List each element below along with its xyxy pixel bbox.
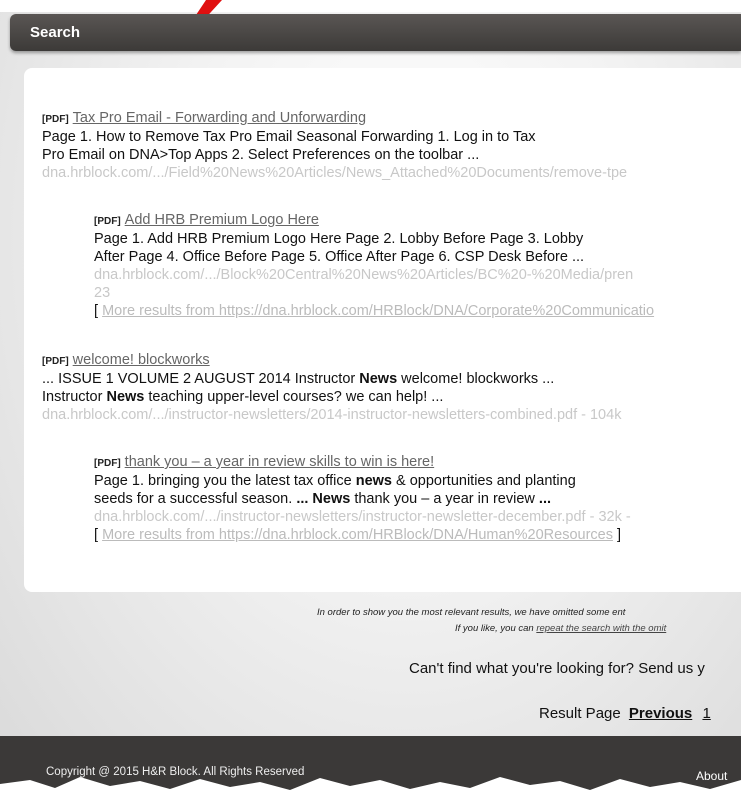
result-snippet-line: Pro Email on DNA>Top Apps 2. Select Pref…	[42, 147, 480, 163]
pdf-tag: [PDF]	[42, 356, 69, 367]
pagination: Result Page Previous 1	[539, 705, 711, 722]
pdf-tag: [PDF]	[42, 114, 69, 125]
omit-note-prefix: If you like, you can	[455, 623, 534, 634]
omitted-results-note: In order to show you the most relevant r…	[317, 607, 626, 618]
top-white-strip	[0, 0, 741, 12]
result-title-link[interactable]: Add HRB Premium Logo Here	[125, 212, 319, 228]
result-snippet-line: seeds for a successful season. ... News …	[94, 491, 552, 507]
more-bracket-open: [	[94, 303, 99, 319]
result-title-link[interactable]: welcome! blockworks	[73, 352, 210, 368]
more-results-link[interactable]: More results from https://dna.hrblock.co…	[102, 303, 654, 319]
page-title: Search	[30, 24, 81, 41]
result-snippet-line: Page 1. bringing you the latest tax offi…	[94, 473, 576, 489]
result-page-label: Result Page	[539, 705, 621, 722]
result-snippet-line: After Page 4. Office Before Page 5. Offi…	[94, 249, 585, 265]
feedback-prompt: Can't find what you're looking for? Send…	[409, 660, 705, 677]
page-number-link[interactable]: 1	[702, 705, 710, 722]
result-url: dna.hrblock.com/.../instructor-newslette…	[94, 509, 631, 525]
result-snippet-line: Page 1. How to Remove Tax Pro Email Seas…	[42, 129, 536, 145]
result-snippet-line: Instructor News teaching upper-level cou…	[42, 389, 444, 405]
torn-edge	[0, 777, 741, 797]
results-panel: [PDF] Tax Pro Email - Forwarding and Unfo…	[24, 68, 741, 592]
result-title-link[interactable]: thank you – a year in review skills to w…	[125, 454, 434, 470]
result-title-link[interactable]: Tax Pro Email - Forwarding and Unforward…	[73, 110, 366, 126]
pdf-tag: [PDF]	[94, 216, 121, 227]
search-result-indented: [PDF] thank you – a year in review skills…	[94, 454, 631, 544]
repeat-search-link[interactable]: repeat the search with the omit	[536, 623, 666, 634]
more-bracket-close: ]	[617, 527, 622, 543]
more-bracket-open: [	[94, 527, 99, 543]
search-result: [PDF] Tax Pro Email - Forwarding and Unfo…	[42, 110, 627, 182]
more-results: [ More results from https://dna.hrblock.…	[94, 526, 631, 544]
result-url: dna.hrblock.com/.../instructor-newslette…	[42, 407, 622, 423]
previous-page-link[interactable]: Previous	[629, 705, 692, 722]
omitted-results-note-2: If you like, you can repeat the search w…	[455, 623, 666, 634]
result-url: dna.hrblock.com/.../Block%20Central%20Ne…	[94, 267, 634, 283]
search-header-bar: Search	[10, 14, 741, 51]
result-snippet-line: Page 1. Add HRB Premium Logo Here Page 2…	[94, 231, 584, 247]
pdf-tag: [PDF]	[94, 458, 121, 469]
more-results: [ More results from https://dna.hrblock.…	[94, 302, 654, 320]
result-snippet-line: ... ISSUE 1 VOLUME 2 AUGUST 2014 Instruc…	[42, 371, 555, 387]
more-results-link[interactable]: More results from https://dna.hrblock.co…	[102, 527, 613, 543]
search-result: [PDF] welcome! blockworks ... ISSUE 1 VOL…	[42, 352, 621, 424]
result-url: 23	[94, 285, 111, 301]
search-result-indented: [PDF] Add HRB Premium Logo Here Page 1. A…	[94, 212, 654, 320]
result-url: dna.hrblock.com/.../Field%20News%20Artic…	[42, 165, 628, 181]
